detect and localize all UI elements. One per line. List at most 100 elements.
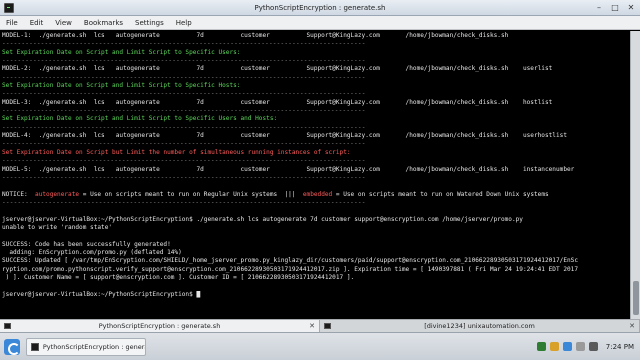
terminal-text: jserver@jserver-VirtualBox:~/PythonScrip… [2,215,523,223]
terminal-line: ----------------------------------------… [2,199,628,207]
terminal-text: Set Expiration Date on Script and Limit … [2,48,241,56]
terminal-text: MODEL-4: ./generate.sh lcs autogenerate … [2,132,567,140]
terminal-line: SUCCESS: Code has been successfully gene… [2,241,628,249]
menu-settings[interactable]: Settings [135,19,164,27]
terminal-line: ) ]. Customer Name = [ support@enscrypti… [2,274,628,282]
terminal-cursor: █ [196,290,201,298]
terminal-line: MODEL-2: ./generate.sh lcs autogenerate … [2,65,628,73]
terminal-text: jserver@jserver-VirtualBox:~/PythonScrip… [2,290,197,298]
terminal-line: ----------------------------------------… [2,90,628,98]
terminal-line: MODEL-4: ./generate.sh lcs autogenerate … [2,132,628,140]
terminal-text: autogenerate [35,190,80,198]
close-button[interactable]: ✕ [626,3,636,13]
terminal-text: embedded [302,190,333,198]
menu-bar: File Edit View Bookmarks Settings Help [0,16,640,30]
terminal-text: unable to write 'random state' [2,223,113,231]
terminal-line: jserver@jserver-VirtualBox:~/PythonScrip… [2,216,628,224]
terminal-text: ----------------------------------------… [2,123,366,131]
menu-help[interactable]: Help [176,19,192,27]
scrollbar-thumb[interactable] [633,281,639,315]
terminal-text: ) ]. Customer Name = [ support@enscrypti… [2,273,355,281]
terminal-text: NOTICE: [2,190,36,198]
terminal-scrollbar[interactable] [630,31,640,319]
tray-icon[interactable] [588,342,598,351]
window-titlebar: PythonScriptEncryption : generate.sh – □… [0,0,640,16]
terminal-text: ----------------------------------------… [2,107,366,115]
terminal-text: ----------------------------------------… [2,90,366,98]
taskbar-window-button[interactable]: PythonScriptEncryption : generate.sh [26,337,146,356]
minimize-button[interactable]: – [594,3,604,13]
terminal-text: ----------------------------------------… [2,73,366,81]
terminal-text: MODEL-5: ./generate.sh lcs autogenerate … [2,165,575,173]
terminal-text: = Use on scripts meant to run on Watered… [332,190,549,198]
terminal-line: Set Expiration Date on Script and Limit … [2,82,628,90]
terminal-task-icon [31,342,39,351]
terminal-tab-bar: PythonScriptEncryption : generate.sh ✕ [… [0,319,640,332]
tab-close-icon[interactable]: ✕ [309,320,315,332]
terminal-line: ----------------------------------------… [2,174,628,182]
tab-label: [divine1234] unixautomation.com [424,322,535,330]
terminal-text: Set Expiration Date on Script and Limit … [2,82,241,90]
menu-bookmarks[interactable]: Bookmarks [84,19,123,27]
window-title: PythonScriptEncryption : generate.sh [254,3,386,12]
tray-icon[interactable] [536,342,546,351]
terminal-line: ----------------------------------------… [2,107,628,115]
terminal-line: MODEL-3: ./generate.sh lcs autogenerate … [2,99,628,107]
terminal-text: ----------------------------------------… [2,198,366,206]
terminal-line: unable to write 'random state' [2,224,628,232]
terminal-line: SUCCESS: Updated [ /var/tmp/EnScryption.… [2,257,628,265]
terminal-line: ----------------------------------------… [2,40,628,48]
tab-close-icon[interactable]: ✕ [629,320,635,332]
terminal-text: Set Expiration Date on Script but Limit … [2,148,351,156]
terminal-text: SUCCESS: Code has been successfully gene… [2,240,171,248]
terminal-text: ----------------------------------------… [2,157,366,165]
start-menu-icon[interactable] [4,338,20,355]
terminal-line: jserver@jserver-VirtualBox:~/PythonScrip… [2,291,628,299]
terminal-line: Set Expiration Date on Script and Limit … [2,115,628,123]
terminal-text: SUCCESS: Updated [ /var/tmp/EnScryption.… [2,257,578,265]
tab-label: PythonScriptEncryption : generate.sh [98,322,221,330]
system-tray: 7:24 PM [536,342,634,351]
terminal-line: ----------------------------------------… [2,157,628,165]
menu-view[interactable]: View [55,19,72,27]
terminal-line: Set Expiration Date on Script but Limit … [2,149,628,157]
terminal-text: ryption.com/promo.pythonscript.verify_su… [2,265,578,273]
terminal-text: adding: EnScryption.com/promo.py (deflat… [2,248,182,256]
tray-icon[interactable] [549,342,559,351]
tab-unixautomation[interactable]: [divine1234] unixautomation.com ✕ [320,320,640,332]
terminal-line: ----------------------------------------… [2,140,628,148]
terminal-line: MODEL-1: ./generate.sh lcs autogenerate … [2,32,628,40]
terminal-text: ----------------------------------------… [2,173,366,181]
tray-icon[interactable] [575,342,585,351]
terminal-tab-icon [324,323,331,329]
terminal-tab-icon [4,323,11,329]
terminal-text: Set Expiration Date on Script and Limit … [2,115,278,123]
terminal-text: MODEL-2: ./generate.sh lcs autogenerate … [2,65,553,73]
terminal-line: ryption.com/promo.pythonscript.verify_su… [2,266,628,274]
terminal-text: = Use on scripts meant to run on Regular… [79,190,303,198]
terminal-line: Set Expiration Date on Script and Limit … [2,49,628,57]
terminal-text: ----------------------------------------… [2,57,366,65]
terminal-line: adding: EnScryption.com/promo.py (deflat… [2,249,628,257]
terminal-text: MODEL-3: ./generate.sh lcs autogenerate … [2,98,553,106]
terminal-line: NOTICE: autogenerate = Use on scripts me… [2,191,628,199]
terminal-text: ----------------------------------------… [2,140,366,148]
maximize-button[interactable]: □ [610,3,620,13]
terminal-text: ----------------------------------------… [2,40,366,48]
tab-generate[interactable]: PythonScriptEncryption : generate.sh ✕ [0,320,320,332]
terminal-line: MODEL-5: ./generate.sh lcs autogenerate … [2,166,628,174]
terminal-text: MODEL-1: ./generate.sh lcs autogenerate … [2,32,509,39]
taskbar: PythonScriptEncryption : generate.sh 7:2… [0,332,640,360]
terminal-output[interactable]: MODEL-1: ./generate.sh lcs autogenerate … [0,31,630,319]
menu-edit[interactable]: Edit [30,19,44,27]
menu-file[interactable]: File [6,19,18,27]
tray-icon[interactable] [562,342,572,351]
taskbar-window-label: PythonScriptEncryption : generate.sh [42,342,145,351]
terminal-line: ----------------------------------------… [2,57,628,65]
terminal-line: ----------------------------------------… [2,124,628,132]
clock[interactable]: 7:24 PM [606,343,634,351]
